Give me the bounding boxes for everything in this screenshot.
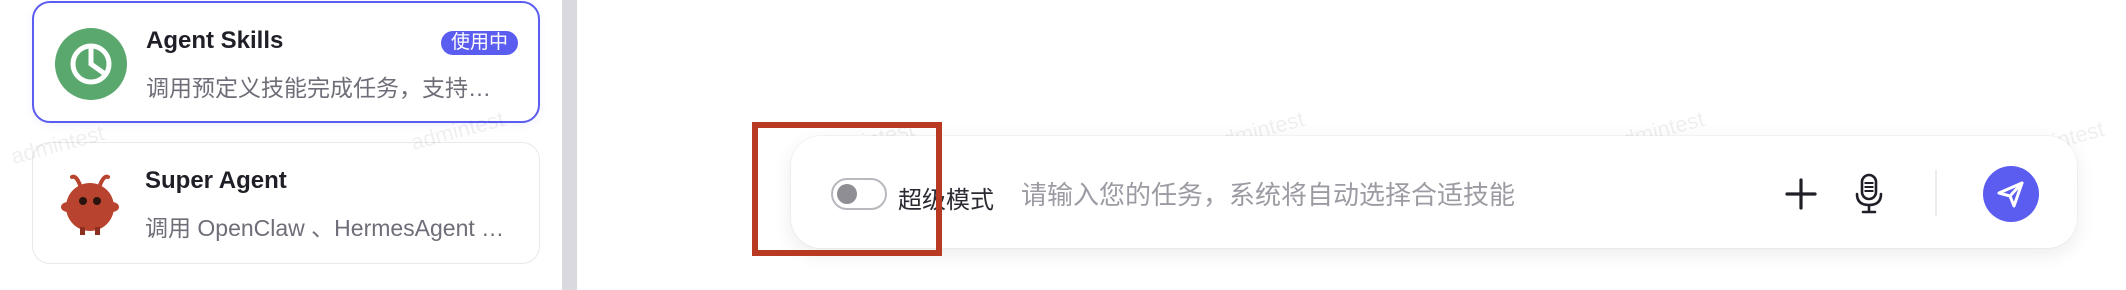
sidebar-divider[interactable] <box>562 0 577 290</box>
card-description: 调用 OpenClaw 、HermesAgent … <box>145 215 505 241</box>
plus-icon[interactable] <box>1781 174 1821 214</box>
super-mode-toggle[interactable] <box>831 178 887 210</box>
pie-chart-icon <box>55 28 127 100</box>
task-input-bar: 超级模式 <box>791 136 2077 248</box>
card-title: Super Agent <box>145 167 287 194</box>
input-divider <box>1935 170 1937 216</box>
agent-card-agent-skills[interactable]: Agent Skills 使用中 调用预定义技能完成任务，支持… <box>32 1 540 123</box>
agent-card-super-agent[interactable]: Super Agent 调用 OpenClaw 、HermesAgent … <box>32 142 540 264</box>
card-title: Agent Skills <box>146 27 284 54</box>
red-bug-mascot-icon <box>61 174 119 235</box>
in-use-badge: 使用中 <box>440 31 518 55</box>
super-mode-label: 超级模式 <box>898 187 994 214</box>
card-description: 调用预定义技能完成任务，支持… <box>146 75 491 101</box>
microphone-icon[interactable] <box>1849 172 1889 216</box>
task-input[interactable] <box>1019 172 1783 218</box>
agent-sidebar: Agent Skills 使用中 调用预定义技能完成任务，支持… Super A… <box>0 0 562 290</box>
send-button[interactable] <box>1983 166 2039 222</box>
toggle-knob <box>837 184 857 204</box>
send-icon <box>1997 181 2024 208</box>
